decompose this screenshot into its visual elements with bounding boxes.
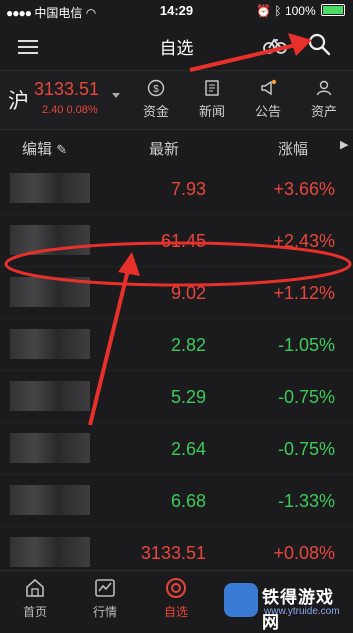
alarm-icon: ⏰ (256, 4, 272, 18)
column-latest[interactable]: 最新 (149, 138, 179, 159)
edit-icon: ✎ (56, 142, 68, 157)
row-change: +3.66% (273, 179, 335, 199)
row-change: -1.05% (277, 335, 335, 355)
news-icon (205, 80, 219, 96)
table-row[interactable]: 9.02 +1.12% (0, 267, 353, 319)
tab-home[interactable]: 首页 (5, 577, 65, 620)
chart-icon (95, 579, 115, 597)
stock-name-blurred (10, 381, 90, 411)
shortcut-assets[interactable]: 资产 (302, 79, 346, 120)
row-change: -0.75% (277, 439, 335, 459)
index-summary[interactable]: 沪 3133.51 2.40 0.08% $ 资金 新闻 公告 资产 (0, 70, 353, 130)
shortcut-label: 资产 (310, 104, 337, 119)
row-change: +0.08% (273, 543, 335, 563)
table-row[interactable]: 7.93 +3.66% (0, 163, 353, 215)
play-arrow-icon[interactable]: ▶ (340, 138, 348, 151)
row-change: +2.43% (273, 231, 335, 251)
table-row[interactable]: 2.64 -0.75% (0, 423, 353, 475)
money-icon: $ (147, 79, 165, 97)
row-price: 61.45 (160, 231, 206, 251)
row-price: 2.64 (170, 439, 206, 459)
stock-list: 7.93 +3.66% 61.45 +2.43% 9.02 +1.12% 2.82 -1… (0, 163, 353, 579)
row-change: -0.75% (277, 387, 335, 407)
svg-text:$: $ (153, 84, 159, 95)
status-bar: ●●●● 中国电信 ◠ 14:29 ⏰ ᛒ 100% (0, 0, 353, 22)
watermark-logo-icon (224, 583, 258, 617)
table-row[interactable]: 2.82 -1.05% (0, 319, 353, 371)
row-price: 3133.51 (140, 543, 206, 563)
battery-icon (321, 4, 345, 16)
row-price: 9.02 (170, 283, 206, 303)
shortcut-news[interactable]: 新闻 (190, 79, 234, 120)
watermark: 铁得游戏网 www.ytruide.com (224, 579, 349, 632)
stock-name-blurred (10, 173, 90, 203)
chevron-down-icon (112, 93, 120, 98)
watermark-url: www.ytruide.com (264, 606, 340, 617)
table-row[interactable]: 61.45 +2.43% (0, 215, 353, 267)
tab-watchlist[interactable]: 自选 (146, 577, 206, 620)
status-right: ⏰ ᛒ 100% (256, 4, 345, 18)
table-row[interactable]: 5.29 -0.75% (0, 371, 353, 423)
tab-label: 自选 (163, 605, 188, 619)
announcement-icon (261, 79, 277, 96)
stock-name-blurred (10, 277, 90, 307)
user-icon (316, 80, 332, 96)
shortcut-announcement[interactable]: 公告 (246, 79, 290, 120)
tab-market[interactable]: 行情 (75, 577, 135, 620)
battery-percent: 100% (284, 4, 316, 18)
shortcut-label: 公告 (254, 104, 281, 119)
stock-name-blurred (10, 329, 90, 359)
table-header: 编辑 ✎ 最新 涨幅 ▶ (0, 130, 353, 162)
row-price: 5.29 (170, 387, 206, 407)
star-icon (166, 578, 186, 598)
table-row[interactable]: 6.68 -1.33% (0, 475, 353, 527)
edit-label: 编辑 (22, 141, 53, 158)
shortcut-label: 新闻 (198, 104, 225, 119)
stock-name-blurred (10, 485, 90, 515)
tab-bar: 首页 行情 自选 铁得游戏网 www.ytruide.com (0, 570, 353, 632)
nav-bar: 自选 (0, 22, 353, 70)
page-title: 自选 (159, 39, 194, 58)
index-name: 沪 (8, 90, 29, 113)
bike-icon[interactable] (263, 34, 287, 56)
index-change: 2.40 0.08% (42, 104, 98, 116)
index-value: 3133.51 (34, 79, 100, 99)
search-icon[interactable] (307, 32, 331, 56)
shortcut-label: 资金 (142, 104, 169, 119)
column-change[interactable]: 涨幅 (278, 138, 308, 159)
stock-name-blurred (10, 433, 90, 463)
shortcut-money[interactable]: $ 资金 (134, 79, 178, 120)
row-price: 2.82 (170, 335, 206, 355)
row-price: 7.93 (170, 179, 206, 199)
tab-label: 首页 (22, 605, 47, 619)
row-change: -1.33% (277, 491, 335, 511)
edit-button[interactable]: 编辑 ✎ (22, 138, 67, 159)
bluetooth-icon: ᛒ (274, 4, 282, 18)
stock-name-blurred (10, 537, 90, 567)
row-price: 6.68 (170, 491, 206, 511)
tab-label: 行情 (92, 605, 117, 619)
home-icon (26, 578, 44, 597)
row-change: +1.12% (273, 283, 335, 303)
stock-name-blurred (10, 225, 90, 255)
